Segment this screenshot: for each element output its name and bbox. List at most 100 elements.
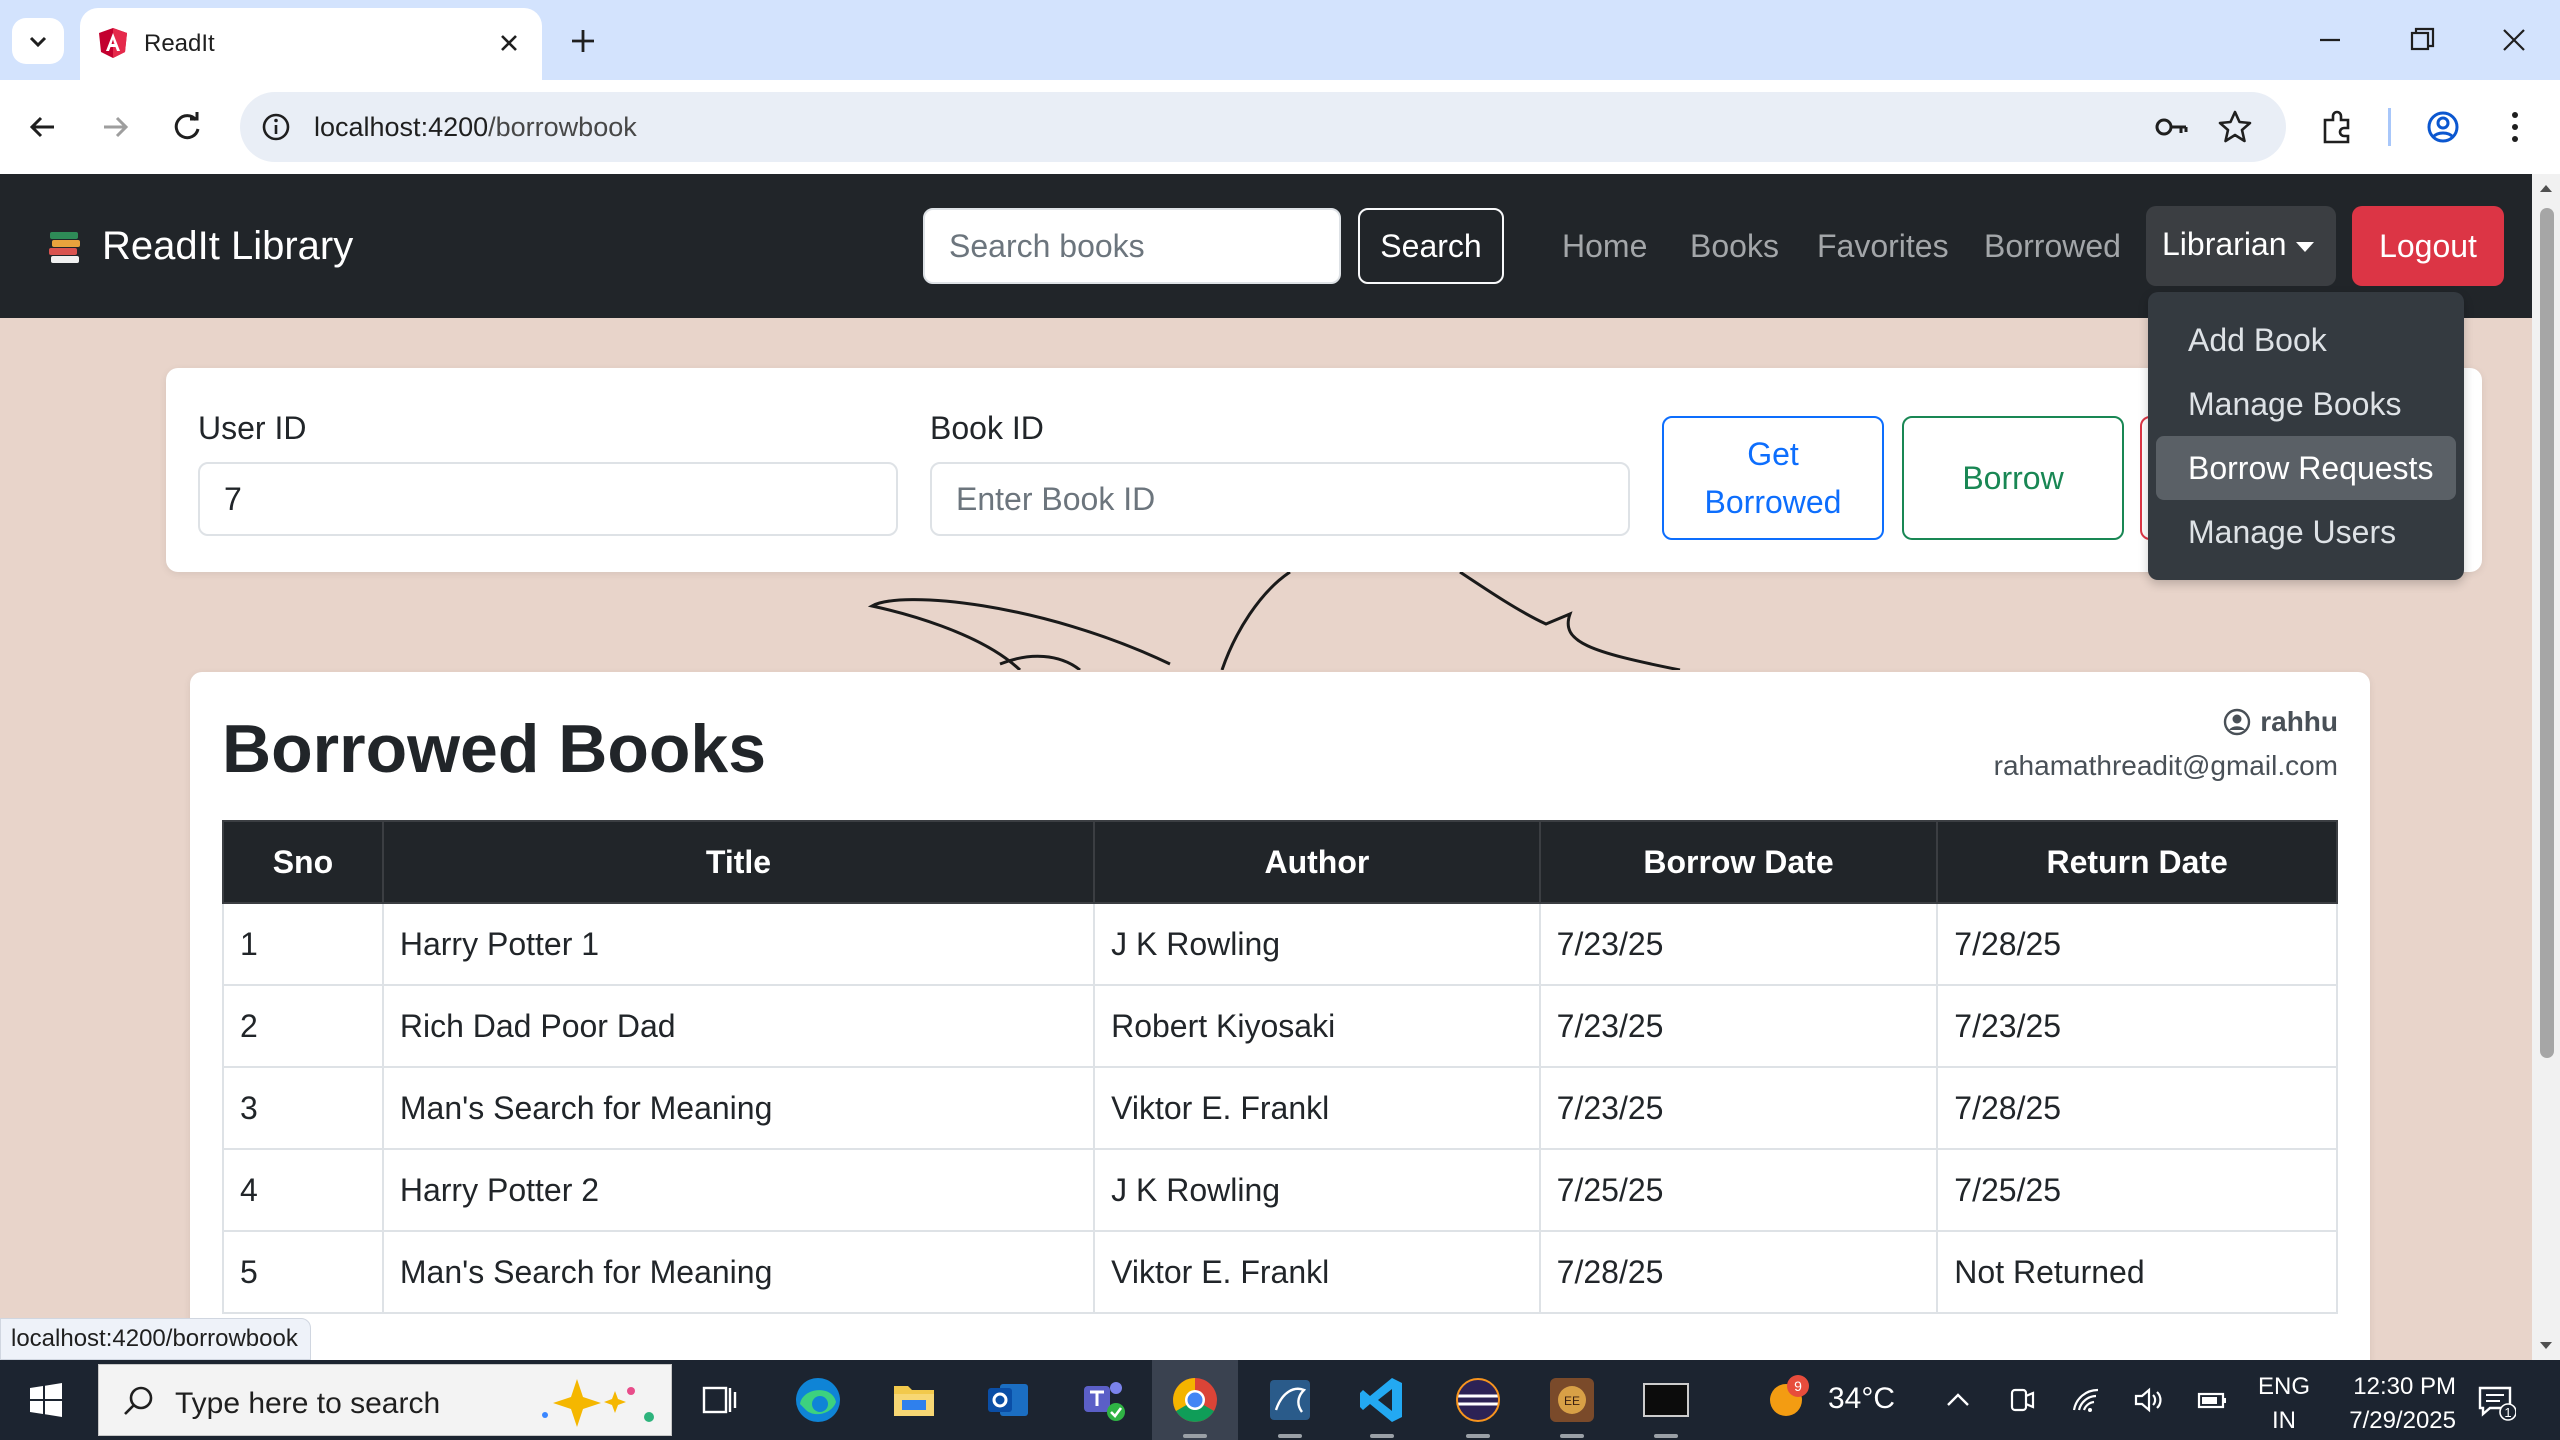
- librarian-label: Librarian: [2162, 226, 2287, 262]
- search-books-input[interactable]: [923, 208, 1341, 284]
- windows-start-icon[interactable]: [28, 1382, 64, 1418]
- windows-taskbar: Type here to search EE 9 34°C ENG IN 12:…: [0, 1360, 2560, 1440]
- weather-icon[interactable]: 9: [1762, 1372, 1814, 1424]
- column-header-return-date: Return Date: [1936, 820, 2338, 904]
- task-view-icon[interactable]: [694, 1374, 746, 1426]
- table-row: 5 Man's Search for Meaning Viktor E. Fra…: [222, 1230, 2338, 1314]
- nav-link-home[interactable]: Home: [1562, 228, 1647, 265]
- running-indicator: [1560, 1434, 1584, 1438]
- dropdown-item-borrow-requests[interactable]: Borrow Requests: [2156, 436, 2456, 500]
- forward-arrow-icon[interactable]: [94, 106, 136, 148]
- dropdown-item-manage-users[interactable]: Manage Users: [2156, 500, 2456, 564]
- brand-logo-text[interactable]: ReadIt Library: [102, 224, 353, 269]
- tab-title: ReadIt: [144, 30, 215, 57]
- user-id-input[interactable]: [198, 462, 898, 536]
- cell-borrow-date: 7/28/25: [1538, 1230, 1939, 1314]
- background-doodle: [867, 572, 1681, 670]
- mysql-workbench-icon[interactable]: [1264, 1374, 1316, 1426]
- scroll-up-arrow-icon[interactable]: [2537, 180, 2555, 198]
- cell-return-date: 7/28/25: [1936, 902, 2338, 986]
- username: rahhu: [2260, 706, 2338, 737]
- cell-sno: 3: [222, 1066, 384, 1150]
- cell-title: Man's Search for Meaning: [381, 1066, 1096, 1150]
- cell-borrow-date: 7/23/25: [1538, 902, 1939, 986]
- borrowed-books-table: Sno Title Author Borrow Date Return Date…: [222, 820, 2338, 1314]
- meet-now-icon[interactable]: [2006, 1384, 2038, 1416]
- site-info-icon[interactable]: [258, 109, 294, 145]
- edge-browser-icon[interactable]: [792, 1374, 844, 1426]
- cell-sno: 1: [222, 902, 384, 986]
- vscode-icon[interactable]: [1356, 1374, 1408, 1426]
- borrow-form-card: User ID Book ID Get Borrowed Borrow: [166, 368, 2482, 572]
- search-button[interactable]: Search: [1358, 208, 1504, 284]
- temperature[interactable]: 34°C: [1828, 1382, 1895, 1416]
- key-icon[interactable]: [2150, 106, 2192, 148]
- battery-icon[interactable]: [2196, 1384, 2228, 1416]
- dropdown-item-manage-books[interactable]: Manage Books: [2156, 372, 2456, 436]
- clock-date: 7/29/2025: [2349, 1407, 2456, 1434]
- chevron-up-icon[interactable]: [1942, 1384, 1974, 1416]
- cell-title: Harry Potter 2: [381, 1148, 1096, 1232]
- eclipse-icon[interactable]: [1452, 1374, 1504, 1426]
- back-arrow-icon[interactable]: [22, 106, 64, 148]
- address-bar[interactable]: localhost:4200/borrowbook: [240, 92, 2286, 162]
- logout-button[interactable]: Logout: [2352, 206, 2504, 286]
- plus-icon[interactable]: [566, 24, 600, 58]
- book-id-input[interactable]: [930, 462, 1630, 536]
- cell-title: Man's Search for Meaning: [381, 1230, 1096, 1314]
- sparkle-icon: [542, 1379, 654, 1427]
- taskbar-clock[interactable]: 12:30 PM 7/29/2025: [2326, 1370, 2456, 1438]
- more-menu-icon[interactable]: [2494, 106, 2536, 148]
- chrome-icon[interactable]: [1169, 1374, 1221, 1426]
- volume-icon[interactable]: [2132, 1384, 2164, 1416]
- browser-toolbar: localhost:4200/borrowbook: [0, 80, 2560, 174]
- url-host: localhost:4200: [314, 112, 489, 142]
- search-icon: [124, 1386, 153, 1415]
- user-info: rahhu: [2222, 706, 2338, 738]
- reload-icon[interactable]: [166, 106, 208, 148]
- tab-search-button[interactable]: [12, 18, 64, 64]
- teams-icon[interactable]: [1078, 1374, 1130, 1426]
- browser-tab-readit[interactable]: ReadIt: [80, 8, 542, 80]
- cell-author: Robert Kiyosaki: [1093, 984, 1541, 1068]
- column-header-borrow-date: Borrow Date: [1538, 820, 1939, 904]
- cell-borrow-date: 7/23/25: [1538, 984, 1939, 1068]
- dropdown-item-add-book[interactable]: Add Book: [2156, 308, 2456, 372]
- nav-link-books[interactable]: Books: [1690, 228, 1779, 265]
- notification-icon[interactable]: 1: [2476, 1382, 2516, 1422]
- cell-author: Viktor E. Frankl: [1093, 1066, 1541, 1150]
- column-header-sno: Sno: [222, 820, 384, 904]
- minimize-icon[interactable]: [2310, 20, 2350, 60]
- outlook-icon[interactable]: [982, 1374, 1034, 1426]
- column-header-author: Author: [1093, 820, 1541, 904]
- terminal-icon[interactable]: [1640, 1374, 1692, 1426]
- books-stack-icon[interactable]: [46, 228, 84, 266]
- cell-return-date: 7/23/25: [1936, 984, 2338, 1068]
- caret-down-icon: [2296, 242, 2314, 252]
- extensions-icon[interactable]: [2316, 106, 2358, 148]
- scroll-down-arrow-icon[interactable]: [2537, 1336, 2555, 1354]
- nav-link-favorites[interactable]: Favorites: [1817, 228, 1949, 265]
- angular-favicon-icon: [99, 28, 127, 58]
- close-icon[interactable]: [494, 28, 524, 58]
- star-icon[interactable]: [2214, 106, 2256, 148]
- cell-borrow-date: 7/23/25: [1538, 1066, 1939, 1150]
- page-scrollbar[interactable]: [2532, 174, 2560, 1360]
- scrollbar-thumb[interactable]: [2540, 208, 2554, 1058]
- language-indicator[interactable]: ENG IN: [2258, 1370, 2310, 1438]
- nav-link-borrowed[interactable]: Borrowed: [1984, 228, 2121, 265]
- cell-return-date: Not Returned: [1936, 1230, 2338, 1314]
- librarian-dropdown-toggle[interactable]: Librarian: [2146, 206, 2336, 286]
- file-explorer-icon[interactable]: [888, 1374, 940, 1426]
- wifi-icon[interactable]: [2070, 1384, 2102, 1416]
- get-borrowed-button[interactable]: Get Borrowed: [1662, 416, 1884, 540]
- close-window-icon[interactable]: [2494, 20, 2534, 60]
- restore-icon[interactable]: [2402, 20, 2442, 60]
- cell-sno: 2: [222, 984, 384, 1068]
- taskbar-search-box[interactable]: Type here to search: [98, 1364, 672, 1436]
- borrow-button[interactable]: Borrow: [1902, 416, 2124, 540]
- cell-sno: 5: [222, 1230, 384, 1314]
- browser-tabstrip: ReadIt: [0, 0, 2560, 80]
- java-ee-ide-icon[interactable]: EE: [1546, 1374, 1598, 1426]
- profile-icon[interactable]: [2422, 106, 2464, 148]
